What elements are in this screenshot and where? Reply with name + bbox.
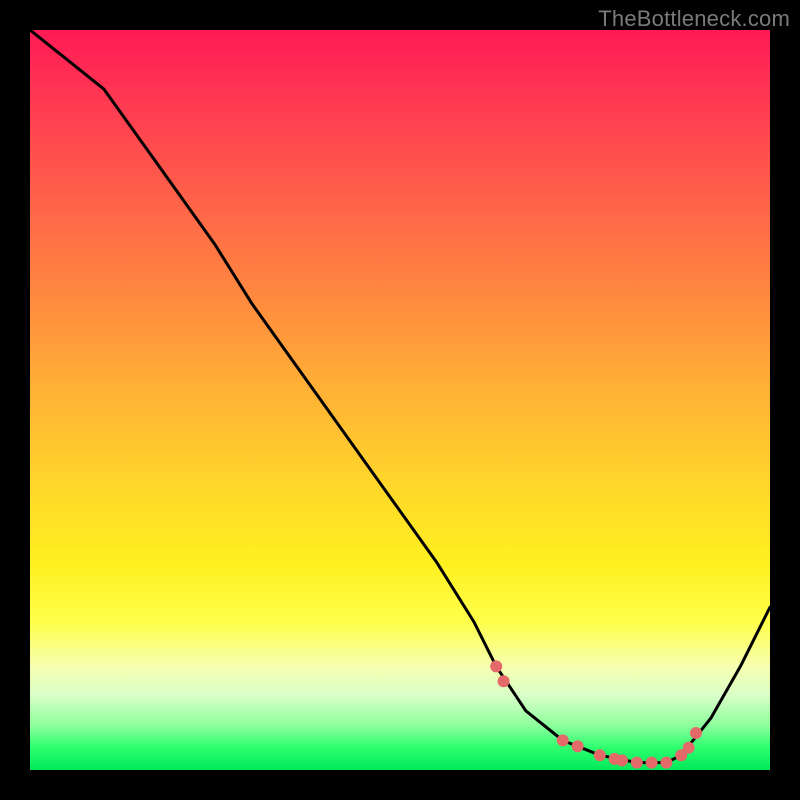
bottleneck-curve bbox=[30, 30, 770, 763]
highlight-point bbox=[616, 754, 628, 766]
highlight-point bbox=[683, 742, 695, 754]
highlight-point bbox=[646, 757, 658, 769]
highlight-point bbox=[557, 734, 569, 746]
watermark-text: TheBottleneck.com bbox=[598, 6, 790, 32]
highlight-points bbox=[490, 660, 702, 768]
chart-frame: TheBottleneck.com bbox=[0, 0, 800, 800]
highlight-point bbox=[572, 740, 584, 752]
highlight-point bbox=[690, 727, 702, 739]
highlight-point bbox=[631, 757, 643, 769]
highlight-point bbox=[594, 749, 606, 761]
highlight-point bbox=[498, 675, 510, 687]
plot-area bbox=[30, 30, 770, 770]
highlight-point bbox=[490, 660, 502, 672]
chart-svg bbox=[30, 30, 770, 770]
highlight-point bbox=[660, 757, 672, 769]
